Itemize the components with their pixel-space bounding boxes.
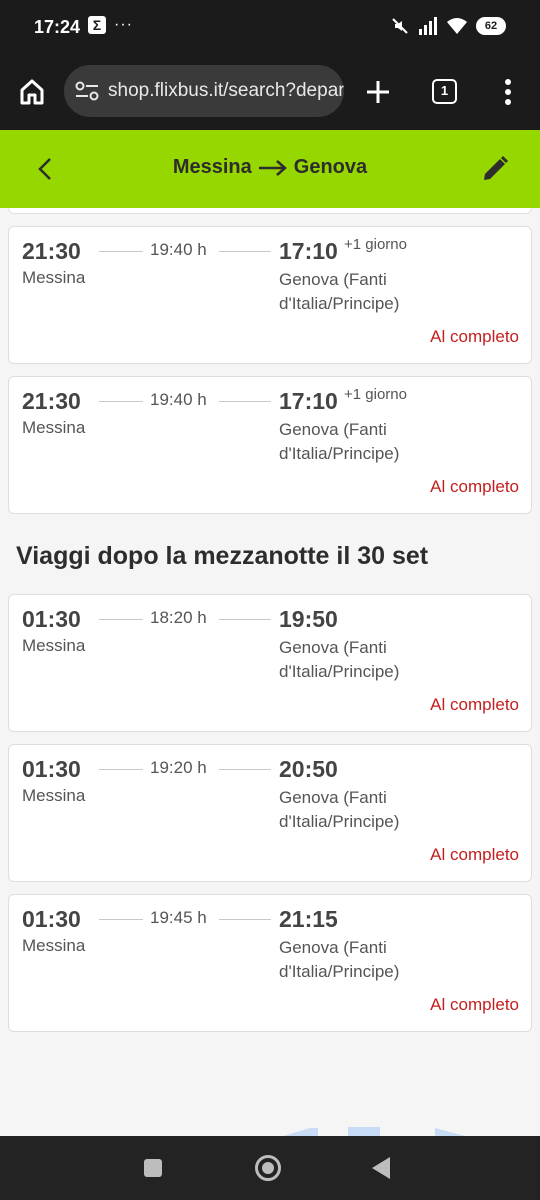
sold-out-status: Al completo <box>430 995 519 1014</box>
status-notifications: Σ ··· <box>88 16 133 34</box>
timeline-line <box>99 919 143 920</box>
edit-pencil-icon[interactable] <box>480 154 510 184</box>
arrival-city: Genova (Fanti d'Italia/Principe) <box>279 270 400 313</box>
timeline-line <box>99 619 143 620</box>
app-notification-icon: Σ <box>88 16 106 34</box>
departure-city: Messina <box>22 418 86 437</box>
tab-switcher-button[interactable]: 1 <box>432 79 457 104</box>
arrival-city: Genova (Fanti d'Italia/Principe) <box>279 638 400 681</box>
arrival-time: 21:15 <box>279 906 338 932</box>
timeline-line <box>99 769 143 770</box>
sold-out-status: Al completo <box>430 327 519 346</box>
home-circle-icon[interactable] <box>255 1155 281 1181</box>
sold-out-status: Al completo <box>430 695 519 714</box>
timeline-line <box>219 919 271 920</box>
trip-card[interactable]: 01:30 Messina 19:20 h 20:50 Genova (Fant… <box>8 744 532 882</box>
trip-card[interactable]: 21:30 Messina 19:40 h 17:10 +1 giorno Ge… <box>8 376 532 514</box>
trip-card[interactable]: 21:30 Messina 19:40 h 17:10 +1 giorno Ge… <box>8 226 532 364</box>
timeline-line <box>219 769 271 770</box>
timeline-line <box>219 619 271 620</box>
status-time: 17:24 <box>34 17 81 37</box>
status-bar: 17:24 Σ ··· 62 <box>0 0 540 52</box>
arrival-time: 20:50 <box>279 756 338 782</box>
mute-icon <box>392 18 408 34</box>
arrival-city: Genova (Fanti d'Italia/Principe) <box>279 938 400 981</box>
recents-icon[interactable] <box>144 1159 162 1177</box>
departure-city: Messina <box>22 936 86 955</box>
departure-time: 01:30 <box>22 906 81 932</box>
signal-icon <box>419 17 437 35</box>
wifi-icon <box>447 18 467 34</box>
route-title: Messina Genova <box>0 156 540 179</box>
route-header: Messina Genova <box>0 130 540 208</box>
back-triangle-icon[interactable] <box>372 1157 390 1179</box>
departure-city: Messina <box>22 636 86 655</box>
route-from: Messina <box>172 156 252 178</box>
url-text[interactable]: shop.flixbus.it/search?departure <box>108 80 344 102</box>
departure-time: 21:30 <box>22 238 81 264</box>
departure-time: 01:30 <box>22 606 81 632</box>
arrival-city: Genova (Fanti d'Italia/Principe) <box>279 420 400 463</box>
trip-card[interactable]: 01:30 Messina 19:45 h 21:15 Genova (Fant… <box>8 894 532 1032</box>
previous-trip-card[interactable] <box>8 208 532 214</box>
new-tab-icon[interactable] <box>362 76 394 108</box>
trip-card[interactable]: 01:30 Messina 18:20 h 19:50 Genova (Fant… <box>8 594 532 732</box>
arrival-time: 19:50 <box>279 606 338 632</box>
next-day-badge: +1 giorno <box>344 236 407 253</box>
arrival-time: 17:10 <box>279 238 338 264</box>
departure-city: Messina <box>22 268 86 287</box>
system-navigation-bar <box>0 1136 540 1200</box>
next-day-badge: +1 giorno <box>344 386 407 403</box>
status-system-icons: 62 <box>390 16 506 36</box>
address-bar[interactable]: shop.flixbus.it/search?departure <box>64 65 344 117</box>
departure-time: 21:30 <box>22 388 81 414</box>
arrival-city: Genova (Fanti d'Italia/Principe) <box>279 788 400 831</box>
trip-duration: 19:45 h <box>150 908 207 927</box>
trip-duration: 19:40 h <box>150 240 207 259</box>
departure-time: 01:30 <box>22 756 81 782</box>
section-title: Viaggi dopo la mezzanotte il 30 set <box>16 542 429 570</box>
more-notifications-icon: ··· <box>114 16 133 33</box>
departure-city: Messina <box>22 786 86 805</box>
trip-duration: 19:40 h <box>150 390 207 409</box>
timeline-line <box>219 401 271 402</box>
arrival-time: 17:10 <box>279 388 338 414</box>
results-list: 21:30 Messina 19:40 h 17:10 +1 giorno Ge… <box>0 208 540 1136</box>
sold-out-status: Al completo <box>430 845 519 864</box>
site-settings-icon[interactable] <box>74 80 100 102</box>
timeline-line <box>219 251 271 252</box>
browser-toolbar: shop.flixbus.it/search?departure 1 <box>0 52 540 130</box>
trip-duration: 18:20 h <box>150 608 207 627</box>
battery-icon: 62 <box>476 17 506 35</box>
home-icon[interactable] <box>16 76 48 108</box>
arrow-right-icon <box>258 159 287 176</box>
timeline-line <box>99 251 143 252</box>
timeline-line <box>99 401 143 402</box>
route-to: Genova <box>293 156 368 178</box>
trip-duration: 19:20 h <box>150 758 207 777</box>
overflow-menu-icon[interactable] <box>494 76 522 108</box>
sold-out-status: Al completo <box>430 477 519 496</box>
